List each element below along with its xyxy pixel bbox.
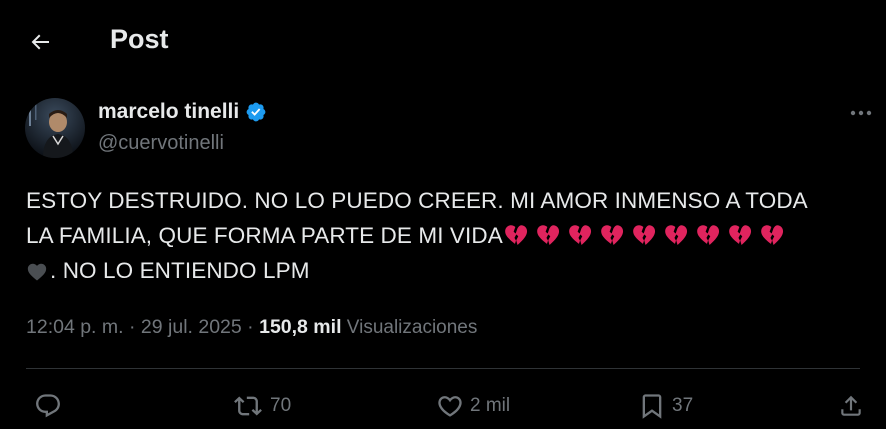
- tweet-line-3-text: . NO LO ENTIENDO LPM: [50, 258, 310, 283]
- retweet-icon: [234, 396, 262, 416]
- page-title: Post: [110, 24, 169, 54]
- meta-separator: ·: [123, 316, 141, 338]
- broken-heart-icon: [568, 225, 591, 245]
- reply-button[interactable]: [34, 384, 62, 428]
- more-options-button[interactable]: [846, 100, 876, 126]
- tweet-date[interactable]: 29 jul. 2025: [141, 316, 242, 338]
- avatar[interactable]: [25, 98, 85, 158]
- author-row: marcelo tinelli: [98, 100, 267, 124]
- author-handle[interactable]: @cuervotinelli: [98, 132, 224, 155]
- reply-icon: [36, 394, 60, 418]
- bookmark-icon: [642, 394, 662, 419]
- broken-heart-icon: [504, 225, 527, 245]
- tweet-line-2: LA FAMILIA, QUE FORMA PARTE DE MI VIDA: [26, 218, 871, 253]
- tweet-line-2-text: LA FAMILIA, QUE FORMA PARTE DE MI VIDA: [26, 223, 503, 248]
- broken-heart-icon: [664, 225, 687, 245]
- broken-heart-icon: [600, 225, 623, 245]
- tweet-text: ESTOY DESTRUIDO. NO LO PUEDO CREER. MI A…: [26, 183, 871, 288]
- action-bar: 70 2 mil 37: [0, 384, 886, 428]
- meta-separator: ·: [241, 316, 260, 338]
- divider: [26, 368, 860, 369]
- retweet-count: 70: [270, 395, 292, 416]
- black-heart-icon: [27, 263, 47, 281]
- views-count: 150,8 mil: [259, 316, 342, 338]
- views-label: Visualizaciones: [341, 317, 478, 338]
- tweet-time[interactable]: 12:04 p. m.: [26, 316, 124, 338]
- arrow-left-icon: [31, 34, 49, 50]
- broken-hearts: [503, 223, 787, 248]
- more-dots-icon: [850, 110, 872, 116]
- back-button[interactable]: [20, 22, 60, 62]
- tweet-meta: 12:04 p. m. · 29 jul. 2025 · 150,8 mil V…: [26, 316, 477, 339]
- tweet-line-1: ESTOY DESTRUIDO. NO LO PUEDO CREER. MI A…: [26, 188, 808, 213]
- like-count: 2 mil: [470, 395, 511, 416]
- broken-heart-icon: [696, 225, 719, 245]
- broken-heart-icon: [760, 225, 783, 245]
- share-icon: [841, 395, 861, 416]
- broken-heart-icon: [632, 225, 655, 245]
- broken-heart-icon: [536, 225, 559, 245]
- author-name[interactable]: marcelo tinelli: [98, 100, 239, 124]
- verified-badge-icon: [246, 102, 266, 122]
- bookmark-count: 37: [672, 395, 694, 416]
- heart-icon: [438, 396, 462, 417]
- retweet-button[interactable]: 70: [232, 384, 291, 428]
- post-header: Post: [0, 0, 886, 82]
- tweet-line-3: . NO LO ENTIENDO LPM: [26, 253, 871, 288]
- broken-heart-icon: [728, 225, 751, 245]
- bookmark-button[interactable]: 37: [638, 384, 693, 428]
- like-button[interactable]: 2 mil: [436, 384, 510, 428]
- share-button[interactable]: [838, 384, 864, 428]
